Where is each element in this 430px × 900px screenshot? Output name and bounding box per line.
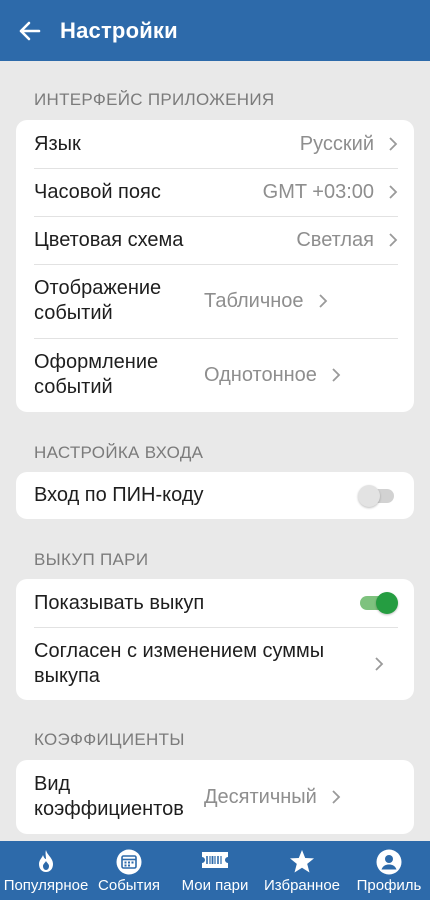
nav-label: Профиль <box>356 877 422 894</box>
setting-events-display[interactable]: Отображение событий Табличное <box>16 264 414 338</box>
setting-label: Согласен с изменением суммы выкупа <box>34 639 325 687</box>
setting-label: Вид коэффициентов <box>34 773 184 820</box>
settings-list[interactable]: ИНТЕРФЕЙС ПРИЛОЖЕНИЯ Язык Русский Часово… <box>0 61 430 841</box>
chevron-right-icon <box>389 137 398 151</box>
setting-events-style[interactable]: Оформление событий Однотонное <box>16 338 414 412</box>
nav-label: События <box>98 877 160 894</box>
setting-show-cashout[interactable]: Показывать выкуп <box>16 579 414 627</box>
setting-value: GMT +03:00 <box>262 180 374 203</box>
setting-value: Светлая <box>296 228 374 251</box>
setting-label: Показывать выкуп <box>34 591 205 614</box>
setting-label: Вход по ПИН-коду <box>34 484 204 506</box>
chevron-right-icon <box>318 294 327 308</box>
setting-label: Язык <box>34 132 81 155</box>
setting-label: Отображение событий <box>34 277 162 324</box>
card-cashout: Показывать выкуп Согласен с изменением с… <box>16 579 414 700</box>
pin-login-toggle[interactable] <box>358 484 398 508</box>
section-header-odds: КОЭФФИЦИЕНТЫ <box>34 730 185 749</box>
setting-timezone[interactable]: Часовой пояс GMT +03:00 <box>16 168 414 216</box>
nav-profile[interactable]: Профиль <box>350 841 428 900</box>
chevron-right-icon <box>389 233 398 247</box>
nav-label: Популярное <box>3 877 89 894</box>
nav-my-bets[interactable]: Мои пари <box>172 841 258 900</box>
ticket-icon <box>202 852 228 868</box>
setting-label: Оформление событий <box>34 351 159 398</box>
flame-icon <box>39 850 53 872</box>
card-odds: Вид коэффициентов Десятичный <box>16 760 414 834</box>
app-bar: Настройки <box>0 0 430 61</box>
bottom-nav: Популярное События Мои пари Избранное Пр… <box>0 841 430 900</box>
chevron-right-icon <box>389 185 398 199</box>
setting-odds-format[interactable]: Вид коэффициентов Десятичный <box>16 760 414 834</box>
toggle-thumb <box>358 484 380 507</box>
setting-pin-login[interactable]: Вход по ПИН-коду <box>16 472 414 519</box>
chevron-right-icon <box>332 790 341 804</box>
setting-language[interactable]: Язык Русский <box>16 120 414 168</box>
setting-label: Цветовая схема <box>34 228 184 251</box>
chevron-right-icon <box>375 656 384 671</box>
nav-popular[interactable]: Популярное <box>0 841 92 900</box>
card-login: Вход по ПИН-коду <box>16 472 414 519</box>
arrow-left-icon <box>19 21 41 40</box>
setting-value: Десятичный <box>204 785 317 808</box>
nav-events[interactable]: События <box>92 841 166 900</box>
back-button[interactable] <box>0 0 60 61</box>
section-header-login: НАСТРОЙКА ВХОДА <box>34 443 204 462</box>
setting-color-scheme[interactable]: Цветовая схема Светлая <box>16 216 414 264</box>
chevron-right-icon <box>332 368 341 382</box>
section-header-cashout: ВЫКУП ПАРИ <box>34 550 149 569</box>
show-cashout-toggle[interactable] <box>358 591 398 615</box>
star-icon <box>290 850 314 873</box>
nav-favorites[interactable]: Избранное <box>258 841 346 900</box>
calendar-icon <box>116 849 142 875</box>
section-header-interface: ИНТЕРФЕЙС ПРИЛОЖЕНИЯ <box>34 90 275 109</box>
page-title: Настройки <box>60 17 178 43</box>
setting-label: Часовой пояс <box>34 180 161 203</box>
toggle-thumb <box>376 592 398 614</box>
setting-value: Русский <box>299 132 374 155</box>
nav-label: Избранное <box>263 877 341 894</box>
user-icon <box>376 849 402 875</box>
setting-value: Табличное <box>204 289 304 312</box>
nav-label: Мои пари <box>181 877 249 894</box>
card-interface: Язык Русский Часовой пояс GMT +03:00 Цве… <box>16 120 414 412</box>
setting-accept-cashout-change[interactable]: Согласен с изменением суммы выкупа <box>16 627 414 700</box>
setting-value: Однотонное <box>204 363 317 386</box>
